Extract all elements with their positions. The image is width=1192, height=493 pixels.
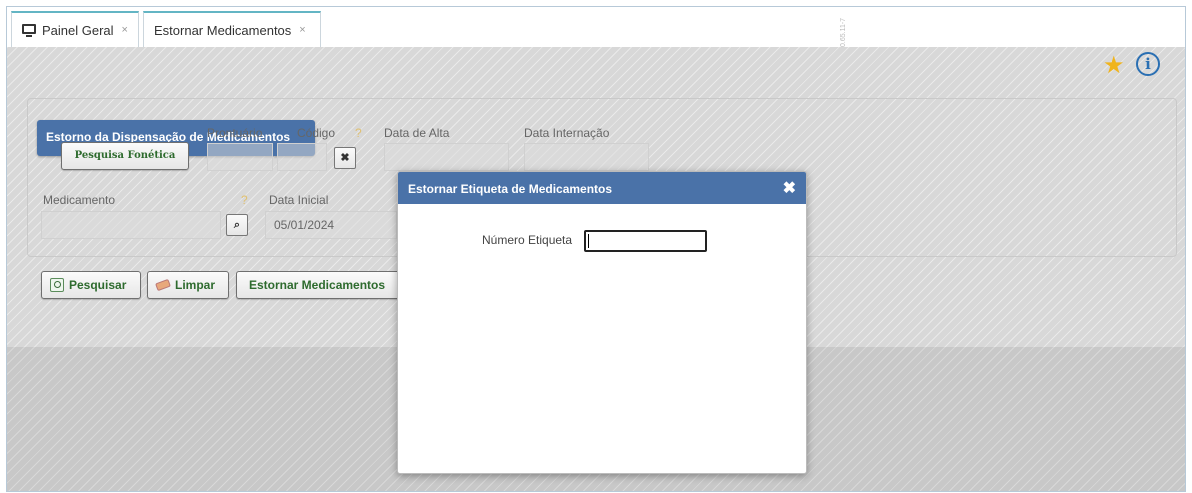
data-inicial-value: 05/01/2024 [274, 218, 335, 232]
medicamento-input[interactable] [41, 211, 221, 239]
numero-etiqueta-label: Número Etiqueta [482, 233, 573, 247]
limpar-button[interactable]: Limpar [147, 271, 229, 299]
data-alta-input[interactable] [384, 143, 509, 171]
info-icon[interactable]: i [1136, 52, 1160, 76]
eraser-icon [155, 278, 171, 292]
search-icon: ⌕ [233, 219, 241, 231]
estornar-etiqueta-dialog: Estornar Etiqueta de Medicamentos ✖ Núme… [397, 171, 807, 474]
data-inicial-label: Data Inicial [269, 193, 329, 207]
prontuario-label: Prontuário [207, 126, 263, 140]
search-medicamento-button[interactable]: ⌕ [226, 214, 248, 236]
monitor-icon [22, 24, 36, 37]
limpar-label: Limpar [175, 278, 216, 292]
codigo-input[interactable] [277, 143, 327, 171]
star-icon[interactable]: ★ [1103, 51, 1125, 80]
dialog-header: Estornar Etiqueta de Medicamentos ✖ [398, 172, 806, 204]
tab-label: Painel Geral [42, 22, 114, 38]
codigo-help-icon[interactable]: ? [355, 126, 362, 140]
tab-label: Estornar Medicamentos [154, 22, 292, 38]
codigo-label: Código [297, 126, 336, 140]
data-internacao-input[interactable] [524, 143, 649, 171]
medicamento-help-icon[interactable]: ? [241, 193, 248, 207]
tab-close-icon[interactable]: × [122, 24, 128, 36]
phonetic-search-button[interactable]: Pesquisa Fonética [61, 142, 189, 170]
clear-code-button[interactable]: ✖ [334, 147, 356, 169]
tab-bar: Painel Geral × Estornar Medicamentos × 0… [7, 7, 1185, 47]
search-icon [50, 278, 64, 292]
prontuario-input[interactable] [207, 143, 273, 171]
close-icon[interactable]: ✖ [783, 178, 796, 198]
estornar-medicamentos-button[interactable]: Estornar Medicamentos [236, 271, 406, 299]
tab-estornar-medicamentos[interactable]: Estornar Medicamentos × [143, 11, 321, 47]
tab-close-icon[interactable]: × [299, 24, 305, 36]
tab-painel-geral[interactable]: Painel Geral × [11, 11, 139, 47]
text-caret [588, 234, 589, 248]
version-text: 0.65.11-7 [840, 17, 847, 47]
dialog-title: Estornar Etiqueta de Medicamentos [408, 182, 613, 196]
pesquisar-button[interactable]: Pesquisar [41, 271, 141, 299]
numero-etiqueta-input[interactable] [584, 230, 707, 252]
estornar-label: Estornar Medicamentos [249, 278, 386, 292]
pesquisar-label: Pesquisar [69, 278, 127, 292]
medicamento-label: Medicamento [43, 193, 116, 207]
data-inicial-input[interactable]: 05/01/2024 [265, 211, 397, 239]
data-alta-label: Data de Alta [384, 126, 450, 140]
data-internacao-label: Data Internação [524, 126, 610, 140]
